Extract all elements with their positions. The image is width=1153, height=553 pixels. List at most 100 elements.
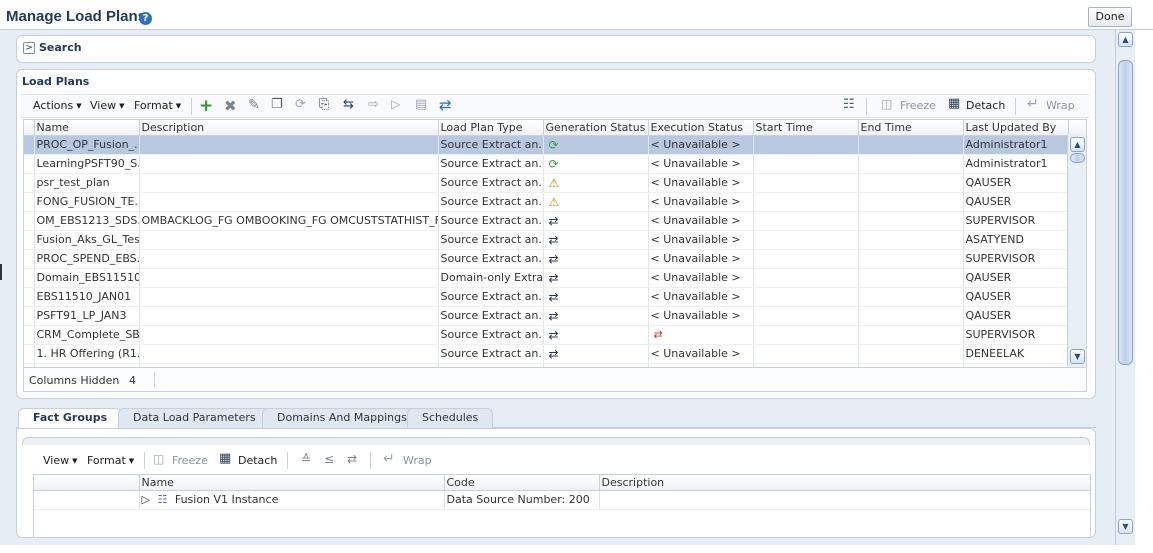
- description-cell[interactable]: [139, 268, 439, 288]
- execution-status-cell[interactable]: < Unavailable >: [648, 287, 754, 307]
- load-plan-type-cell[interactable]: Domain-only Extra...: [438, 268, 544, 288]
- view-menu[interactable]: View ▼: [90, 99, 125, 112]
- collapse-all-icon[interactable]: ≤: [324, 452, 334, 466]
- description-cell[interactable]: OMBACKLOG_FG OMBOOKING_FG OMCUSTSTATHIST…: [139, 211, 439, 231]
- name-cell[interactable]: FONG_FUSION_TE...: [34, 192, 140, 212]
- add-icon[interactable]: +: [199, 96, 213, 116]
- execution-status-cell[interactable]: < Unavailable >: [648, 135, 754, 155]
- column-header-generation-status[interactable]: Generation Status: [543, 120, 649, 136]
- table-row[interactable]: 1. HR Offering (R1... Source Extract an..…: [24, 344, 1086, 364]
- last-updated-by-cell[interactable]: ASATYEND: [963, 230, 1069, 250]
- wrap-button[interactable]: Wrap: [1046, 99, 1075, 112]
- load-plan-type-cell[interactable]: Source Extract an...: [438, 344, 544, 364]
- end-time-cell[interactable]: [858, 154, 964, 174]
- generation-status-complete-icon[interactable]: ⇄: [546, 252, 559, 266]
- table-row[interactable]: LearningPSFT90_S... Source Extract an... ⟳…: [24, 154, 1086, 174]
- refresh-icon[interactable]: ⟳: [295, 97, 306, 112]
- sync-icon[interactable]: ⇄: [439, 96, 452, 114]
- start-time-cell[interactable]: [753, 211, 859, 231]
- last-updated-by-cell[interactable]: QAUSER: [963, 306, 1069, 326]
- start-time-cell[interactable]: [753, 249, 859, 269]
- start-time-cell[interactable]: [753, 230, 859, 250]
- fg-format-menu[interactable]: Format ▼: [87, 454, 134, 467]
- actions-menu[interactable]: Actions ▼: [33, 99, 82, 112]
- run-icon[interactable]: ▷: [391, 97, 400, 111]
- load-plan-type-cell[interactable]: Source Extract an...: [438, 306, 544, 326]
- load-plan-type-cell[interactable]: Source Extract an...: [438, 249, 544, 269]
- generation-status-refresh-green-icon[interactable]: ⟳: [546, 138, 559, 152]
- name-cell[interactable]: Domain_EBS11510...: [34, 268, 140, 288]
- page-scrollbar[interactable]: ▲ ▼: [1115, 30, 1135, 545]
- fg-code-cell[interactable]: Data Source Number: 200: [444, 490, 600, 510]
- description-cell[interactable]: [139, 230, 439, 250]
- execution-status-cell[interactable]: < Unavailable >: [648, 230, 754, 250]
- start-time-cell[interactable]: [753, 135, 859, 155]
- export-icon[interactable]: ⇨: [368, 97, 379, 112]
- end-time-cell[interactable]: [858, 287, 964, 307]
- tab-schedules[interactable]: Schedules: [407, 408, 494, 428]
- execution-status-cell[interactable]: < Unavailable >: [648, 154, 754, 174]
- column-header-start-time[interactable]: Start Time: [753, 120, 859, 136]
- generation-status-cell[interactable]: ⇄: [543, 287, 649, 307]
- table-row[interactable]: CRM_Complete_SB... Source Extract an... ⇄ ⇄…: [24, 325, 1086, 345]
- fg-column-header-code[interactable]: Code: [444, 475, 600, 491]
- column-header-last-updated-by[interactable]: Last Updated By: [963, 120, 1069, 136]
- tab-fact-groups[interactable]: Fact Groups: [18, 408, 123, 428]
- start-time-cell[interactable]: [753, 325, 859, 345]
- table-row[interactable]: PROC_OP_Fusion_... Source Extract an... ⟳ <…: [24, 135, 1086, 155]
- freeze-button[interactable]: Freeze: [900, 99, 936, 112]
- column-header-description[interactable]: Description: [139, 120, 439, 136]
- scroll-to-icon[interactable]: ⇄: [347, 452, 357, 466]
- generation-status-complete-icon[interactable]: ⇄: [546, 214, 559, 228]
- table-row[interactable]: ▷ ☷ Fusion V1 Instance Data Source Numbe…: [34, 490, 1090, 510]
- fg-description-cell[interactable]: [599, 490, 1090, 510]
- execution-status-cell[interactable]: < Unavailable >: [648, 211, 754, 231]
- end-time-cell[interactable]: [858, 306, 964, 326]
- description-cell[interactable]: [139, 154, 439, 174]
- search-expand-icon[interactable]: >: [23, 42, 35, 54]
- fg-freeze-button[interactable]: Freeze: [172, 454, 208, 467]
- load-plan-type-cell[interactable]: Source Extract an...: [438, 230, 544, 250]
- description-cell[interactable]: [139, 192, 439, 212]
- table-row[interactable]: PROC_SPEND_EBS... Source Extract an... ⇄ < …: [24, 249, 1086, 269]
- fg-column-header-description[interactable]: Description: [599, 475, 1090, 491]
- generation-status-cell[interactable]: ⇄: [543, 211, 649, 231]
- help-icon[interactable]: ?: [139, 12, 152, 25]
- load-plan-type-cell[interactable]: Source Extract an...: [438, 287, 544, 307]
- copy-icon[interactable]: ❐: [271, 97, 283, 112]
- table-scrollbar[interactable]: ▲ ▼: [1067, 135, 1086, 367]
- search-title[interactable]: Search: [39, 41, 82, 54]
- generation-status-cell[interactable]: ⟳: [543, 154, 649, 174]
- last-updated-by-cell[interactable]: Administrator1: [963, 154, 1069, 174]
- end-time-cell[interactable]: [858, 268, 964, 288]
- load-plan-type-cell[interactable]: Source Extract an...: [438, 173, 544, 193]
- generation-status-cell[interactable]: ⇄: [543, 268, 649, 288]
- fg-wrap-button[interactable]: Wrap: [403, 454, 432, 467]
- description-cell[interactable]: [139, 249, 439, 269]
- start-time-cell[interactable]: [753, 173, 859, 193]
- description-cell[interactable]: [139, 306, 439, 326]
- last-updated-by-cell[interactable]: Administrator1: [963, 135, 1069, 155]
- generation-status-cell[interactable]: ⇄: [543, 344, 649, 364]
- last-updated-by-cell[interactable]: QAUSER: [963, 268, 1069, 288]
- execution-status-cell[interactable]: < Unavailable >: [648, 192, 754, 212]
- generate-icon[interactable]: ⎘: [319, 97, 329, 112]
- done-button[interactable]: Done: [1088, 7, 1132, 27]
- page-scroll-thumb[interactable]: [1118, 60, 1133, 365]
- left-splitter-handle[interactable]: [0, 264, 2, 280]
- last-updated-by-cell[interactable]: SUPERVISOR: [963, 249, 1069, 269]
- scroll-up-icon[interactable]: ▲: [1070, 137, 1085, 152]
- column-header-name[interactable]: Name: [34, 120, 140, 136]
- end-time-cell[interactable]: [858, 325, 964, 345]
- table-row[interactable]: Fusion_Aks_GL_Test Source Extract an... ⇄ <…: [24, 230, 1086, 250]
- start-time-cell[interactable]: [753, 287, 859, 307]
- columns-hidden-count[interactable]: 4: [129, 374, 136, 387]
- name-cell[interactable]: CRM_Complete_SB...: [34, 325, 140, 345]
- column-header-load-plan-type[interactable]: Load Plan Type: [438, 120, 544, 136]
- description-cell[interactable]: [139, 173, 439, 193]
- generation-status-complete-icon[interactable]: ⇄: [546, 328, 559, 342]
- last-updated-by-cell[interactable]: SUPERVISOR: [963, 211, 1069, 231]
- column-header-end-time[interactable]: End Time: [858, 120, 964, 136]
- table-row[interactable]: Domain_EBS11510... Domain-only Extra...⇄ <…: [24, 268, 1086, 288]
- fg-detach-button[interactable]: Detach: [238, 454, 277, 467]
